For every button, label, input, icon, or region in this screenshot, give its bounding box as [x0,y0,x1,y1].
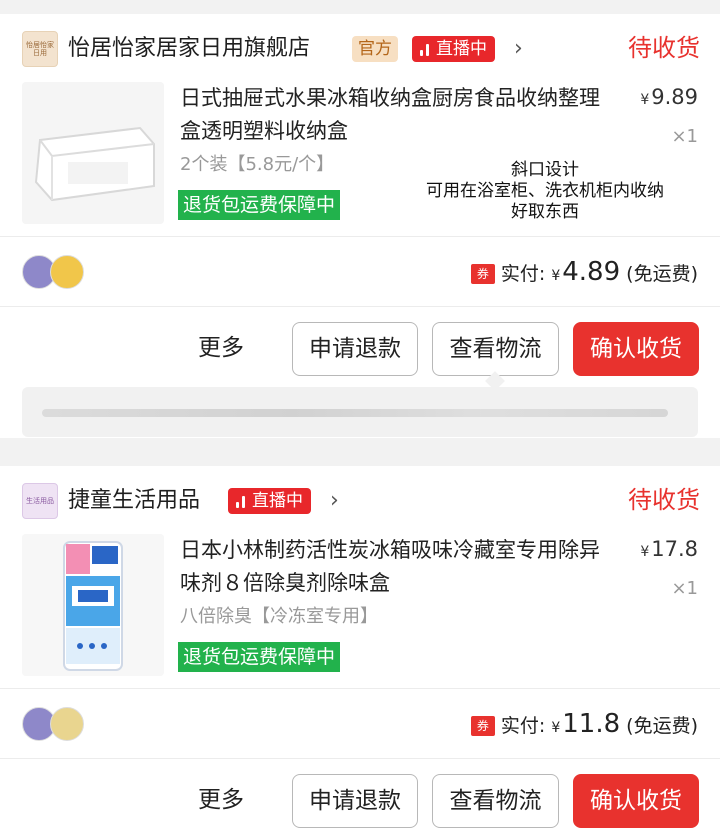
view-logistics-button[interactable]: 查看物流 [432,774,559,828]
view-logistics-button[interactable]: 查看物流 [432,322,559,376]
shipping-note: (免运费) [626,263,698,285]
product-title[interactable]: 日式抽屉式水果冰箱收纳盒厨房食品收纳整理盒透明塑料收纳盒 [180,82,610,148]
shop-name[interactable]: 捷童生活用品 [68,486,200,516]
annotation-note: 斜口设计 可用在浴室柜、洗衣机柜内收纳 好取东西 [380,160,710,223]
paid-amount: 11.8 [562,709,621,739]
more-button[interactable]: 更多 [198,784,244,816]
chevron-right-icon[interactable]: › [330,486,339,516]
live-icon [418,42,432,56]
divider [0,688,720,689]
deodorizer-box-image [22,534,164,676]
currency-symbol: ¥ [640,544,650,560]
divider [0,758,720,759]
chevron-right-icon[interactable]: › [514,34,523,64]
product-sku: 2个装【5.8元/个】 [180,154,335,175]
product-price: ¥9.89 [640,82,698,115]
return-shipping-guarantee-badge[interactable]: 退货包运费保障中 [178,642,341,672]
currency-symbol: ¥ [640,92,650,108]
product-image[interactable] [22,534,164,676]
paid-summary: 券实付: ¥4.89 (免运费) [470,256,698,292]
official-badge: 官方 [352,36,398,62]
live-badge-label: 直播中 [436,39,487,59]
coupon-icon: 券 [470,716,495,736]
divider [0,236,720,237]
storage-box-image [22,82,164,224]
live-icon [234,494,248,508]
coupon-icon: 券 [470,264,495,284]
shop-logo: 生活用品 [22,483,58,519]
product-sku: 八倍除臭【冷冻室专用】 [180,606,378,627]
paid-summary: 券实付: ¥11.8 (免运费) [470,708,698,744]
paid-label: 实付: [500,263,546,285]
shop-name[interactable]: 怡居怡家居家日用旗舰店 [68,34,310,64]
price-value: 9.89 [651,85,698,109]
live-badge-label: 直播中 [252,491,303,511]
confirm-receipt-button[interactable]: 确认收货 [573,774,699,828]
divider [0,306,720,307]
refund-button[interactable]: 申请退款 [292,322,418,376]
product-quantity: ×1 [671,126,698,147]
note-line: 好取东西 [511,202,579,222]
refund-button[interactable]: 申请退款 [292,774,418,828]
live-badge[interactable]: 直播中 [228,488,311,514]
logistics-preview-blurred[interactable] [22,387,698,437]
confirm-receipt-button[interactable]: 确认收货 [573,322,699,376]
order-card: 怡居怡家日用 怡居怡家居家日用旗舰店 官方 直播中 › 待收货 日式抽屉式水果冰… [0,14,720,438]
product-image[interactable] [22,82,164,224]
paid-label: 实付: [500,715,546,737]
order-card: 生活用品 捷童生活用品 直播中 › 待收货 日本小林制药活性炭冰箱吸味冷藏室专用… [0,466,720,838]
product-price: ¥17.8 [640,534,698,567]
avatar[interactable] [50,255,84,289]
product-title[interactable]: 日本小林制药活性炭冰箱吸味冷藏室专用除异味剂８倍除臭剂除味盒 [180,534,610,600]
price-value: 17.8 [651,537,698,561]
note-line: 可用在浴室柜、洗衣机柜内收纳 [426,181,664,201]
product-quantity: ×1 [671,578,698,599]
avatar[interactable] [50,707,84,741]
currency-symbol: ¥ [551,720,561,736]
note-line: 斜口设计 [511,160,579,180]
shop-header[interactable]: 怡居怡家日用 怡居怡家居家日用旗舰店 官方 直播中 › 待收货 [0,14,720,80]
more-button[interactable]: 更多 [198,332,244,364]
paid-amount: 4.89 [562,257,621,287]
live-badge[interactable]: 直播中 [412,36,495,62]
shop-logo: 怡居怡家日用 [22,31,58,67]
currency-symbol: ¥ [551,268,561,284]
shipping-note: (免运费) [626,715,698,737]
return-shipping-guarantee-badge[interactable]: 退货包运费保障中 [178,190,341,220]
shop-header[interactable]: 生活用品 捷童生活用品 直播中 › 待收货 [0,466,720,532]
order-status: 待收货 [628,34,700,62]
order-status: 待收货 [628,486,700,514]
